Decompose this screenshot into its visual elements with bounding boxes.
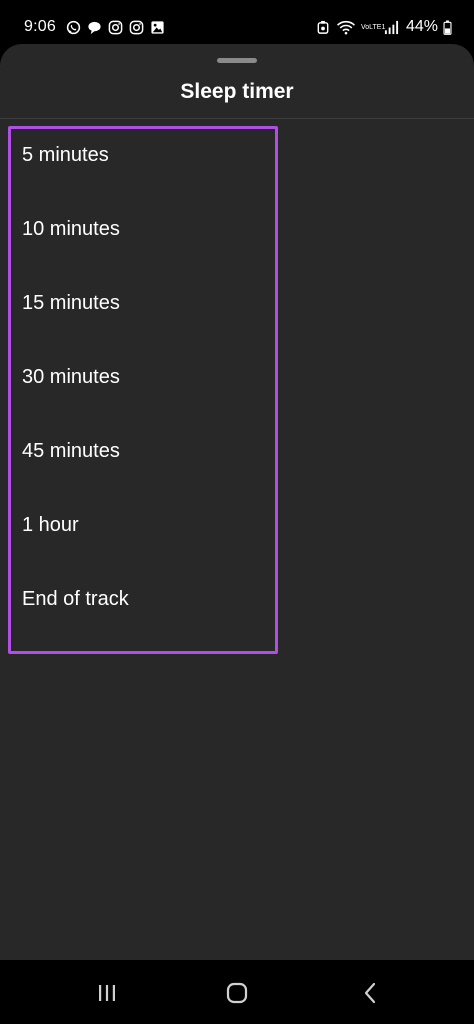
timer-option-1-hour[interactable]: 1 hour	[0, 488, 474, 562]
timer-option-15-minutes[interactable]: 15 minutes	[0, 266, 474, 340]
instagram-icon	[129, 20, 144, 35]
wifi-icon	[336, 20, 356, 35]
recents-icon[interactable]	[92, 978, 122, 1008]
status-bar: 9:06 VoLTE1 44%	[0, 0, 474, 44]
screen: 9:06 VoLTE1 44% Sleep timer 5 minutes 10…	[0, 0, 474, 1024]
chat-icon	[87, 20, 102, 35]
sleep-timer-sheet: Sleep timer 5 minutes 10 minutes 15 minu…	[0, 44, 474, 960]
back-icon[interactable]	[356, 978, 386, 1008]
sheet-title: Sleep timer	[180, 80, 294, 103]
network-label: VoLTE1	[360, 23, 386, 31]
status-time: 9:06	[24, 18, 56, 35]
instagram-icon	[108, 20, 123, 35]
status-right: VoLTE1 44%	[316, 18, 452, 36]
status-left: 9:06	[24, 18, 165, 36]
timer-option-end-of-track[interactable]: End of track	[0, 562, 474, 636]
whatsapp-icon	[66, 20, 81, 35]
battery-icon	[443, 19, 452, 35]
notification-icon	[316, 20, 331, 35]
gallery-icon	[150, 20, 165, 35]
timer-option-45-minutes[interactable]: 45 minutes	[0, 414, 474, 488]
timer-option-30-minutes[interactable]: 30 minutes	[0, 340, 474, 414]
navigation-bar	[0, 960, 474, 1024]
timer-option-5-minutes[interactable]: 5 minutes	[0, 118, 474, 192]
timer-options-list: 5 minutes 10 minutes 15 minutes 30 minut…	[0, 130, 474, 648]
signal-icon	[384, 20, 399, 35]
drag-handle[interactable]	[217, 58, 257, 63]
timer-option-10-minutes[interactable]: 10 minutes	[0, 192, 474, 266]
home-icon[interactable]	[222, 978, 252, 1008]
battery-percent: 44%	[405, 18, 438, 35]
